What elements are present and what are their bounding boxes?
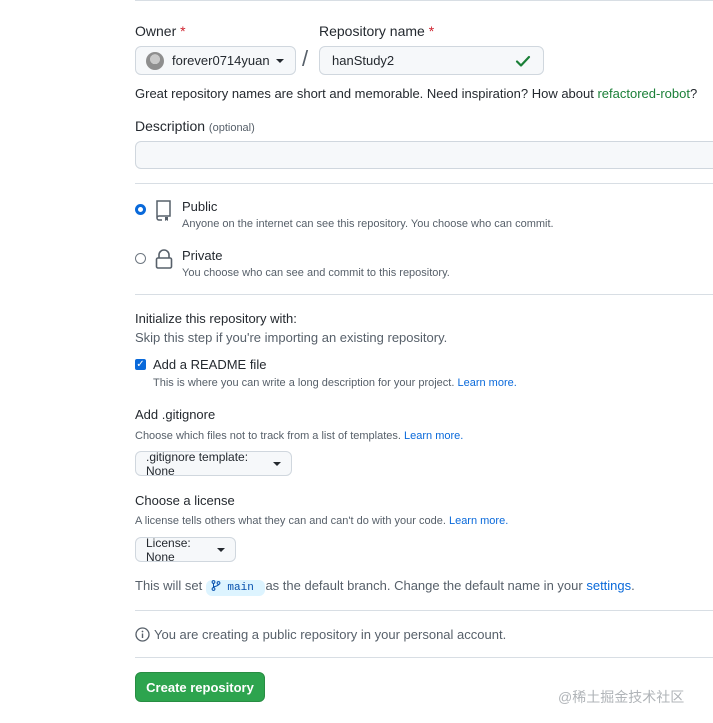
public-description: Anyone on the internet can see this repo…	[182, 218, 554, 230]
owner-value: forever0714yuan	[172, 53, 270, 68]
readme-description: This is where you can write a long descr…	[153, 377, 517, 389]
init-subtitle: Skip this step if you're importing an ex…	[135, 330, 448, 345]
license-description: A license tells others what they can and…	[135, 515, 509, 527]
repo-icon	[156, 200, 171, 221]
public-radio[interactable]	[135, 204, 146, 215]
chevron-down-icon	[273, 461, 281, 466]
private-radio[interactable]	[135, 253, 146, 264]
readme-label: Add a README file	[153, 357, 267, 372]
branch-name: main	[205, 580, 266, 596]
license-select[interactable]: License: None	[135, 536, 236, 564]
repo-name-label: Repository name *	[319, 23, 435, 39]
chevron-down-icon	[217, 547, 225, 552]
private-description: You choose who can see and commit to thi…	[182, 267, 450, 279]
license-title: Choose a license	[135, 493, 235, 508]
readme-learn-more-link[interactable]: Learn more.	[457, 377, 516, 389]
private-title: Private	[182, 248, 223, 263]
lock-icon	[155, 249, 173, 269]
info-icon	[135, 627, 150, 642]
watermark: @稀土掘金技术社区	[558, 689, 685, 705]
gitignore-template-select[interactable]: .gitignore template: None	[135, 450, 292, 478]
license-learn-more-link[interactable]: Learn more.	[449, 515, 508, 527]
owner-label: Owner *	[135, 23, 186, 39]
gitignore-title: Add .gitignore	[135, 407, 216, 422]
public-title: Public	[182, 199, 218, 214]
divider	[135, 657, 713, 658]
git-branch-icon	[211, 580, 221, 591]
owner-select[interactable]: forever0714yuan	[135, 46, 296, 75]
description-label: Description (optional)	[135, 118, 255, 134]
divider	[135, 610, 713, 611]
create-repository-button[interactable]: Create repository	[135, 672, 265, 702]
repo-name-input[interactable]: hanStudy2	[319, 46, 544, 75]
avatar	[146, 51, 164, 70]
top-divider	[135, 0, 713, 1]
repo-name-hint: Great repository names are short and mem…	[135, 86, 698, 101]
readme-checkbox[interactable]: ✓	[135, 359, 146, 370]
public-repo-notice: You are creating a public repository in …	[154, 627, 507, 642]
gitignore-learn-more-link[interactable]: Learn more.	[404, 430, 463, 442]
owner-repo-separator: /	[302, 46, 309, 71]
init-title: Initialize this repository with:	[135, 311, 297, 326]
settings-link[interactable]: settings	[586, 578, 631, 593]
divider	[135, 183, 713, 184]
description-input[interactable]	[135, 141, 713, 169]
default-branch-note: This will set main as the default branch…	[135, 578, 635, 596]
check-icon	[515, 55, 531, 67]
repo-name-value: hanStudy2	[332, 53, 395, 68]
gitignore-description: Choose which files not to track from a l…	[135, 430, 464, 442]
chevron-down-icon	[275, 58, 284, 63]
divider	[135, 294, 713, 295]
suggestion-link[interactable]: refactored-robot	[597, 86, 690, 101]
